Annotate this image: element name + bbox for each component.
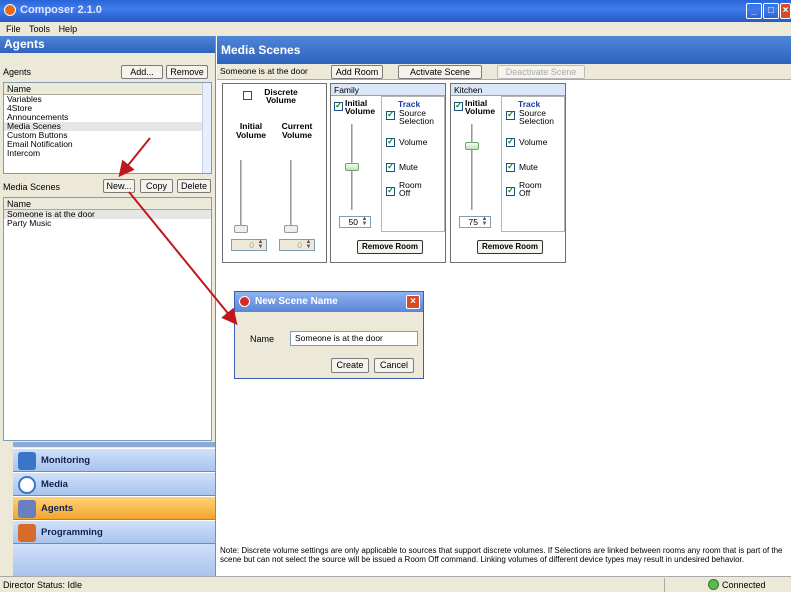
discrete-volume-note: Note: Discrete volume settings are only … <box>220 546 783 564</box>
connection-status: Connected <box>722 580 766 590</box>
arrow-to-new-button <box>118 137 151 178</box>
connected-icon <box>708 579 719 590</box>
director-status: Director Status: Idle <box>3 580 83 590</box>
status-divider <box>664 578 665 592</box>
annotation-arrows <box>118 137 238 326</box>
status-bar: Director Status: Idle Connected <box>0 576 791 592</box>
arrow-to-dialog <box>128 191 238 326</box>
